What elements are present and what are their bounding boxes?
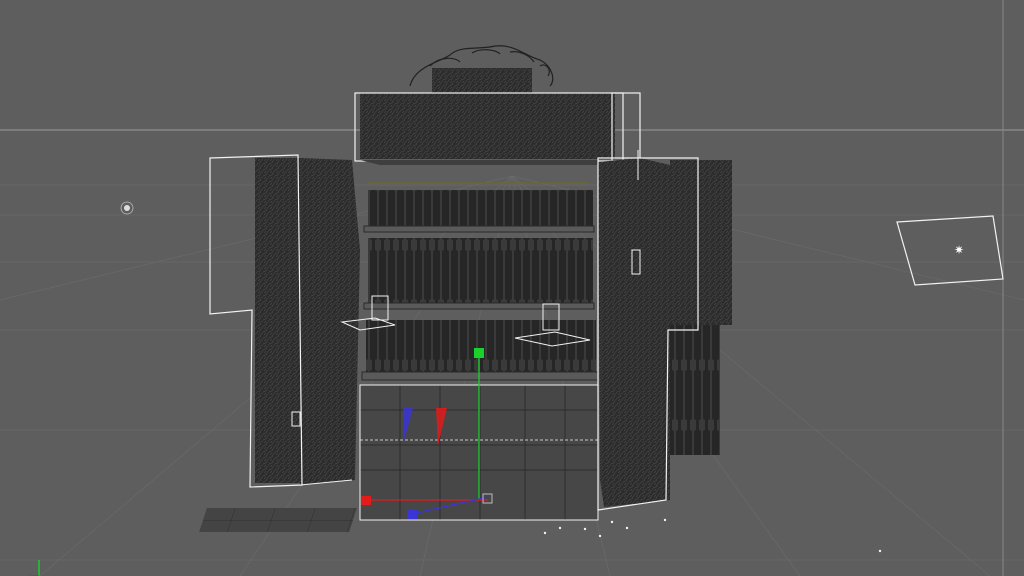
- svg-text:✷: ✷: [954, 243, 964, 257]
- top-header-box[interactable]: [432, 68, 532, 96]
- gizmo-x-handle[interactable]: [361, 496, 371, 505]
- floor-grate: [199, 508, 357, 532]
- gizmo-y-handle[interactable]: [474, 348, 484, 358]
- scene-canvas[interactable]: ✷: [0, 0, 1024, 576]
- world-axis-indicator: [30, 560, 40, 576]
- left-door-panel[interactable]: [209, 154, 360, 488]
- 3d-viewport[interactable]: 3D viewport (wireframe + shaded): [0, 0, 1024, 576]
- gizmo-z-handle[interactable]: [407, 510, 417, 519]
- right-door-panel[interactable]: [597, 150, 732, 511]
- stray-vertices: [543, 518, 882, 553]
- top-header-sign[interactable]: [354, 92, 641, 165]
- area-light-icon[interactable]: ✷: [896, 215, 1004, 286]
- point-light-icon[interactable]: [120, 201, 134, 215]
